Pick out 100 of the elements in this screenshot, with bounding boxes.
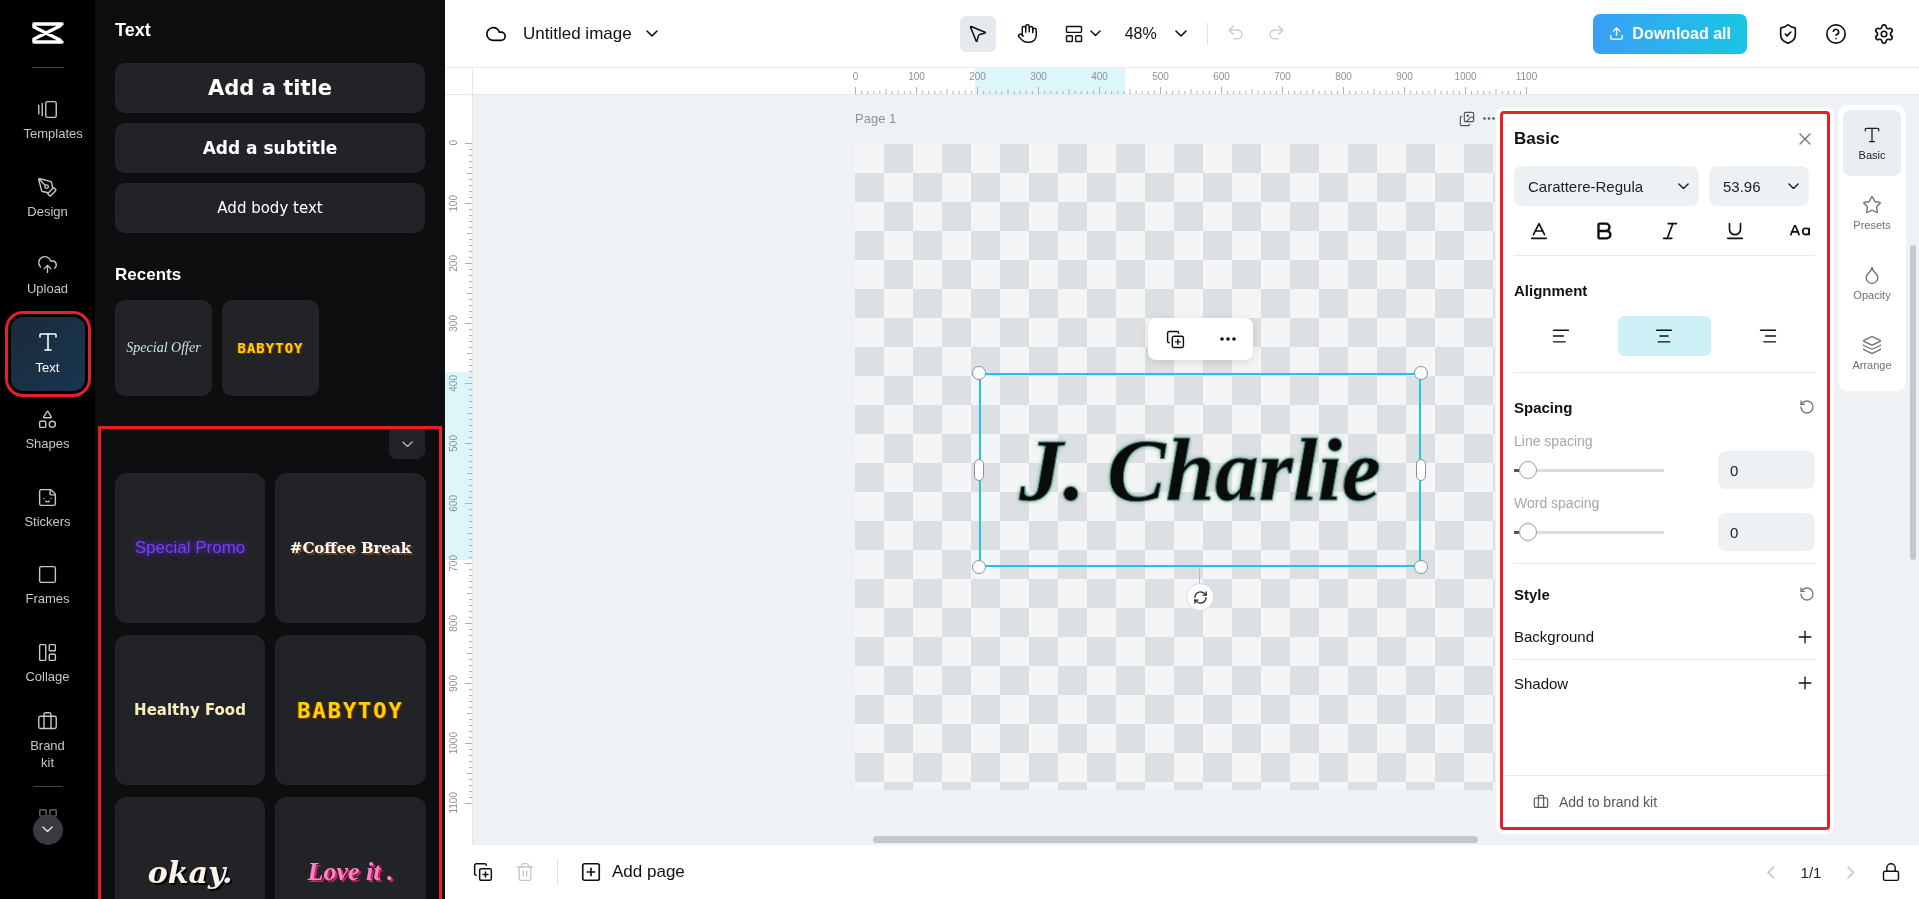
more-button[interactable] [1219, 337, 1236, 341]
add-text-button[interactable]: Add body text [115, 183, 425, 233]
tool-button[interactable] [959, 15, 996, 52]
duplicate-icon [473, 862, 493, 882]
text-style-card[interactable]: Healthy Food [115, 635, 265, 785]
sidebar-item[interactable]: Design [10, 161, 85, 236]
sidebar-item[interactable]: Frames [10, 549, 85, 623]
sidebar-item[interactable]: Shapes [10, 394, 85, 468]
text-style-card[interactable]: Special Offer [115, 300, 212, 396]
reset-button[interactable] [1799, 586, 1815, 602]
lock-button[interactable] [1881, 862, 1901, 882]
canvas-text[interactable]: J. Charlie [1019, 419, 1381, 521]
ruler-label: 0 [851, 70, 860, 84]
ruler-label: 1000 [1453, 70, 1478, 84]
resize-handle[interactable] [972, 560, 986, 574]
side-tab[interactable]: Presets [1843, 180, 1901, 246]
help-button[interactable] [1825, 22, 1847, 45]
ruler-label: 700 [1273, 70, 1292, 84]
layout-icon [1063, 23, 1084, 44]
rotate-icon [1192, 589, 1208, 605]
ruler-label: 700 [448, 554, 459, 572]
briefcase-icon [1533, 793, 1549, 810]
chevron-down-icon [645, 30, 658, 37]
zoom-dropdown[interactable]: 48% [1118, 24, 1193, 43]
collapse-button[interactable] [389, 429, 425, 459]
chevron-down-icon [1788, 182, 1799, 190]
panel-title: Text [115, 20, 152, 41]
sidebar-item[interactable]: Templates [10, 84, 85, 158]
reset-icon [1799, 399, 1815, 415]
chevron-left-icon [1767, 865, 1775, 879]
add-page-button[interactable]: Add page [580, 861, 685, 883]
ruler-label: 500 [1151, 70, 1170, 84]
layout-icon [37, 641, 58, 663]
text-style-card[interactable]: BABYTOY [275, 635, 426, 785]
ruler-label: 1100 [1514, 70, 1539, 84]
duplicate-icon [1165, 329, 1185, 349]
duplicate-page-button[interactable] [473, 862, 493, 882]
trash-icon [515, 862, 535, 882]
layers-icon [1862, 335, 1882, 355]
slider-thumb[interactable] [1518, 461, 1537, 479]
resize-handle[interactable] [974, 459, 984, 481]
images-icon [1459, 111, 1475, 127]
side-tab[interactable]: Basic [1843, 110, 1901, 176]
side-tab[interactable]: Arrange [1843, 320, 1901, 386]
text-style-card[interactable]: BABYTOY [222, 300, 319, 396]
side-tab[interactable]: Opacity [1843, 250, 1901, 316]
input-field[interactable]: 0 [1718, 451, 1815, 489]
chevron-down-icon [1174, 30, 1187, 37]
ruler-label: 1000 [448, 731, 459, 755]
ruler-label: 900 [1395, 70, 1414, 84]
style-option-label: Shadow [1514, 674, 1569, 692]
text-style-card[interactable]: #Coffee Break [275, 473, 426, 623]
sidebar-item[interactable]: Upload [10, 239, 85, 313]
section-title: Recents [115, 265, 183, 285]
ruler-label: 200 [448, 254, 459, 272]
settings-button[interactable] [1873, 22, 1895, 45]
duplicate-button[interactable] [1165, 329, 1185, 349]
square-icon [37, 564, 58, 586]
chevron-down-icon [1678, 182, 1689, 190]
resize-handle[interactable] [972, 366, 986, 380]
shapes-icon [37, 409, 58, 431]
scrollbar-thumb[interactable] [873, 836, 1478, 843]
cloud-upload-icon [37, 254, 58, 276]
sidebar-item[interactable]: Stickers [10, 471, 85, 546]
add-to-brand-kit-button[interactable]: Add to brand kit [1503, 775, 1827, 827]
ruler-label: 800 [1334, 70, 1353, 84]
sidebar-item[interactable]: Collage [10, 626, 85, 701]
font-dropdown[interactable]: Carattere-Regula [1514, 166, 1699, 206]
align-right-icon [1758, 326, 1779, 346]
resize-handle[interactable] [1414, 560, 1428, 574]
ruler-label: 100 [448, 194, 459, 212]
ruler-label: 100 [907, 70, 926, 84]
add-text-button[interactable]: Add a title [115, 63, 425, 113]
ruler-label: 600 [448, 494, 459, 512]
help-icon [1825, 22, 1847, 45]
chevron-down-icon [1089, 30, 1101, 37]
rotate-handle[interactable] [1186, 583, 1214, 611]
page-more-button[interactable] [1483, 117, 1495, 120]
add-text-button[interactable]: Add a subtitle [115, 123, 425, 173]
resize-handle[interactable] [1414, 366, 1428, 380]
slider-thumb[interactable] [1518, 523, 1537, 541]
scrollbar-thumb[interactable] [1910, 245, 1916, 560]
sidebar-item[interactable]: Brand kit [10, 704, 85, 778]
resize-handle[interactable] [1416, 459, 1426, 481]
page-count: 1/1 [1800, 863, 1822, 881]
expand-button[interactable] [32, 814, 63, 845]
reset-button[interactable] [1799, 399, 1815, 415]
page-copy-button[interactable] [1459, 111, 1475, 127]
selection-frame[interactable] [979, 373, 1421, 567]
ruler-label: 400 [1090, 70, 1109, 84]
shield-button[interactable] [1777, 22, 1799, 45]
square-plus-icon [580, 861, 602, 883]
project-title-button[interactable]: Untitled image [507, 23, 658, 44]
align-left-icon [1550, 326, 1571, 346]
text-style-card[interactable]: Love it . [275, 797, 426, 899]
input-field[interactable]: 0 [1718, 513, 1815, 551]
ruler-label: 900 [448, 674, 459, 692]
font-size-dropdown[interactable]: 53.96 [1709, 166, 1809, 206]
ruler-label: 300 [448, 314, 459, 332]
text-style-card[interactable]: okay. [115, 797, 265, 899]
